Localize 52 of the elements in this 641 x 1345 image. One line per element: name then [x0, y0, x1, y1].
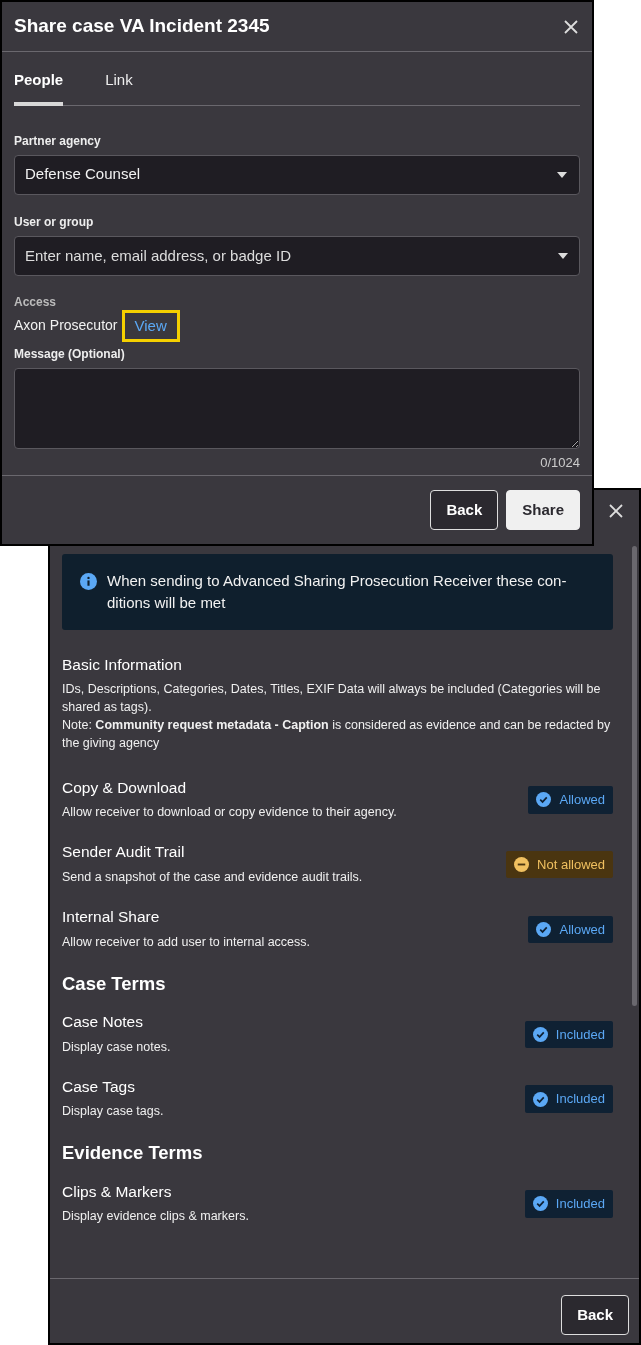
section-heading: Evidence Terms [62, 1142, 204, 1165]
term-title: Case Tags [62, 1077, 136, 1097]
access-value: Axon Prosecutor [14, 316, 118, 336]
close-icon[interactable] [607, 502, 625, 520]
check-circle-icon [532, 1026, 548, 1042]
field-label: Message (Optional) [14, 346, 126, 363]
close-icon[interactable] [562, 17, 580, 36]
term-text: Allow receiver to add user to internal access. [62, 933, 311, 951]
status-tag: Included [524, 1020, 613, 1049]
caret-icon [558, 252, 568, 259]
message-field[interactable] [14, 368, 580, 449]
term-text: Allow receiver to download or copy evidence to their agency. [62, 804, 397, 822]
term-title: Copy & Download [62, 778, 188, 798]
term-title: Clips & Markers [62, 1182, 173, 1202]
check-circle-icon [532, 1091, 548, 1107]
alert-text: When sending to Advanced Sharing Prosecution Receiver these con-ditions will be met [107, 571, 568, 613]
term-title: Internal Share [62, 908, 161, 927]
term-text: Display case tags. [62, 1103, 164, 1121]
term-text: Send a snapshot of the case and evidence audit trails. [62, 868, 363, 886]
access-label: Access [14, 293, 58, 311]
term-title: Sender Audit Trail [62, 843, 186, 862]
status-tag: Included [524, 1085, 613, 1113]
term-text: Display evidence clips & markers. [62, 1208, 249, 1226]
status-tag: Not allowed [506, 850, 613, 879]
user-group-field[interactable]: Enter name, email address, or badge ID [14, 235, 580, 276]
info-icon [80, 573, 97, 590]
dialog-title: Share case VA Incident 2345 [14, 15, 270, 38]
minus-circle-icon [514, 857, 530, 873]
caret-icon [557, 171, 567, 178]
term-text: Display case notes. [62, 1038, 171, 1056]
scrollbar[interactable] [632, 546, 637, 1006]
check-circle-icon [536, 921, 552, 937]
status-tag: Allowed [528, 915, 613, 944]
back-button[interactable]: Back [430, 490, 499, 530]
check-circle-icon [532, 1196, 548, 1212]
view-link[interactable]: View [134, 316, 167, 334]
status-tag: Included [524, 1190, 613, 1218]
section-text: IDs, Descriptions, Categories, Dates, Titles, EXIF Data will always be included (Categories will be shared as tags). [62, 681, 602, 717]
char-counter: 0/1024 [539, 454, 580, 472]
section-title: Basic Information [62, 655, 183, 675]
tab[interactable]: People [14, 52, 64, 106]
status-tag: Allowed [528, 786, 613, 814]
share-button[interactable]: Share [506, 490, 580, 530]
section-heading: Case Terms [62, 972, 167, 995]
field-label: Partner agency [14, 132, 102, 150]
back-button[interactable]: Back [561, 1295, 629, 1335]
field-label: User or group [14, 213, 95, 231]
check-circle-icon [536, 792, 552, 808]
tab[interactable]: Link [105, 52, 133, 106]
note-text: Note: Community request metadata - Caption is considered as evidence and can be redacted by the giving agency [62, 717, 612, 753]
agency-select[interactable]: Defense Counsel [14, 154, 580, 195]
term-title: Case Notes [62, 1012, 144, 1032]
